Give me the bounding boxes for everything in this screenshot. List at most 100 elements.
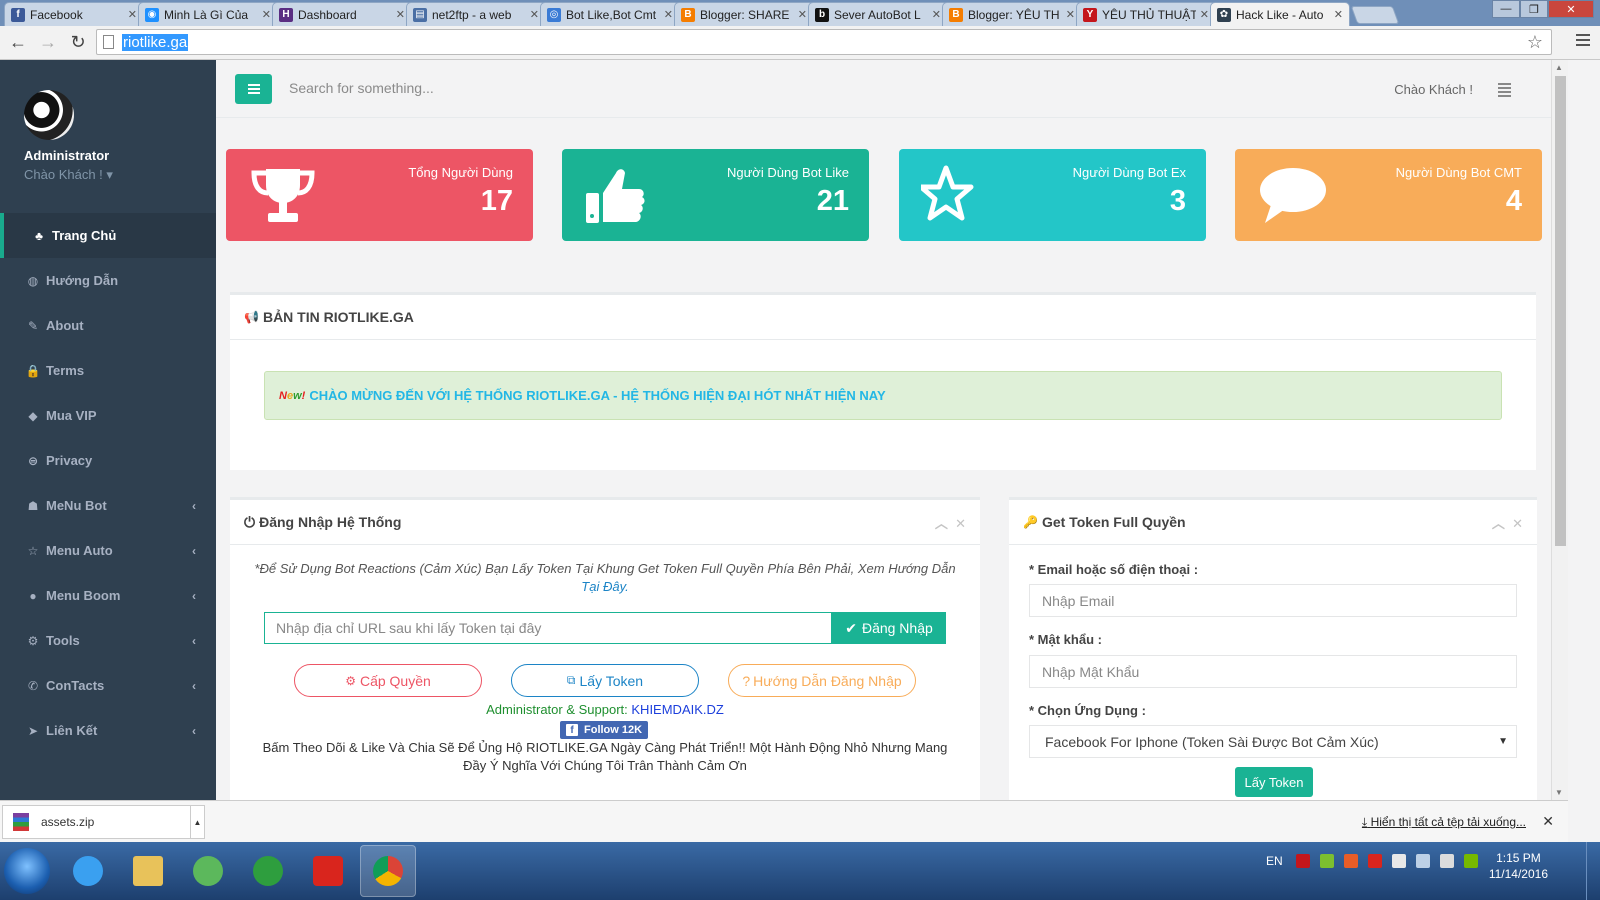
money-taskbar-icon[interactable] <box>240 845 296 897</box>
sidebar-item[interactable]: ☗ MeNu Bot ‹ <box>0 483 216 528</box>
scroll-up-icon[interactable]: ▲ <box>1555 63 1563 72</box>
explorer-taskbar-icon[interactable] <box>120 845 176 897</box>
gcafe-tray-icon[interactable] <box>1368 854 1382 868</box>
collapse-icon[interactable]: ︿ <box>1492 516 1505 531</box>
app-select[interactable]: Facebook For Iphone (Token Sài Được Bot … <box>1029 725 1517 758</box>
news-panel-title: 📢 BẢN TIN RIOTLIKE.GA <box>230 295 1536 340</box>
address-bar[interactable]: riotlike.ga ☆ <box>96 29 1552 55</box>
profile-dropdown[interactable]: Chào Khách ! ▾ <box>24 167 216 183</box>
browser-tab[interactable]: ✿ Hack Like - Auto ✕ <box>1210 2 1350 26</box>
system-clock[interactable]: 1:15 PM 11/14/2016 <box>1489 850 1548 882</box>
browser-tab[interactable]: ◉ Minh Là Gì Của ✕ <box>138 2 278 26</box>
restore-icon[interactable]: ❐ <box>1520 0 1548 18</box>
browser-tab[interactable]: ▤ net2ftp - a web ✕ <box>406 2 546 26</box>
speaker-tray-icon[interactable] <box>1344 854 1358 868</box>
sidebar-item[interactable]: ⚙ Tools ‹ <box>0 618 216 663</box>
page-scrollbar[interactable]: ▲ ▼ <box>1551 60 1568 800</box>
get-token-button[interactable]: Lấy Token <box>1235 767 1313 797</box>
sidebar-item[interactable]: ☆ Menu Auto ‹ <box>0 528 216 573</box>
grant-permission-button[interactable]: ⚙ Cấp Quyền <box>294 664 482 697</box>
browser-tab[interactable]: ◎ Bot Like,Bot Cmt ✕ <box>540 2 680 26</box>
chevron-left-icon: ‹ <box>192 723 196 738</box>
show-desktop-button[interactable] <box>1586 842 1600 900</box>
tab-close-icon[interactable]: ✕ <box>530 8 539 21</box>
coccoc-taskbar-icon[interactable] <box>180 845 236 897</box>
ie-taskbar-icon[interactable] <box>60 845 116 897</box>
browser-tab[interactable]: b Sever AutoBot L ✕ <box>808 2 948 26</box>
chevron-left-icon: ‹ <box>192 498 196 513</box>
sidebar-item[interactable]: 🔒 Terms <box>0 348 216 393</box>
sidebar-item[interactable]: ✎ About <box>0 303 216 348</box>
minimize-icon[interactable]: — <box>1492 0 1520 18</box>
reload-icon[interactable]: ↻ <box>66 31 90 55</box>
sidebar-item[interactable]: ➤ Liên Kết ‹ <box>0 708 216 753</box>
guide-link[interactable]: Tại Đây. <box>581 579 628 594</box>
sidebar-item-icon: ☆ <box>27 543 39 558</box>
search-input[interactable]: Search for something... <box>289 80 434 96</box>
menu-toggle-button[interactable] <box>235 74 272 104</box>
admin-link[interactable]: KHIEMDAIK.DZ <box>631 702 723 717</box>
vivaldi-tray-icon[interactable] <box>1296 854 1310 868</box>
tab-close-icon[interactable]: ✕ <box>1334 8 1343 21</box>
new-tab-button[interactable] <box>1350 6 1400 24</box>
browser-tab[interactable]: Y YÊU THỦ THUẬT ✕ <box>1076 2 1216 26</box>
sidebar-item[interactable]: ✆ ConTacts ‹ <box>0 663 216 708</box>
chevron-left-icon: ‹ <box>192 678 196 693</box>
sidebar-item[interactable]: ⊜ Privacy <box>0 438 216 483</box>
show-all-downloads-link[interactable]: ⤓ Hiển thị tất cả tệp tải xuống... <box>1362 815 1526 830</box>
avatar[interactable] <box>24 90 74 140</box>
nvidia-tray-icon[interactable] <box>1464 854 1478 868</box>
browser-tab[interactable]: B Blogger: SHARE ✕ <box>674 2 814 26</box>
tab-close-icon[interactable]: ✕ <box>396 8 405 21</box>
tab-close-icon[interactable]: ✕ <box>128 8 137 21</box>
chrome-taskbar-icon[interactable] <box>360 845 416 897</box>
browser-tab[interactable]: H Dashboard ✕ <box>272 2 412 26</box>
download-item[interactable]: assets.zip ▲ <box>2 805 205 839</box>
sidebar-item[interactable]: ◆ Mua VIP <box>0 393 216 438</box>
tab-close-icon[interactable]: ✕ <box>932 8 941 21</box>
admin-support-line: Administrator & Support: KHIEMDAIK.DZ <box>230 702 980 717</box>
tab-close-icon[interactable]: ✕ <box>664 8 673 21</box>
list-icon[interactable] <box>1498 83 1511 99</box>
back-arrow-icon[interactable]: ← <box>6 31 30 55</box>
close-icon[interactable]: ✕ <box>955 516 966 531</box>
sidebar-item-label: Terms <box>46 363 85 378</box>
sidebar-item[interactable]: ◍ Hướng Dẫn <box>0 258 216 303</box>
browser-menu-icon[interactable] <box>1576 34 1590 49</box>
token-url-input[interactable]: Nhập địa chỉ URL sau khi lấy Token tại đ… <box>264 612 832 644</box>
start-button[interactable] <box>4 848 50 894</box>
browser-tab[interactable]: f Facebook ✕ <box>4 2 144 26</box>
sidebar-item-label: Tools <box>46 633 80 648</box>
url-text[interactable]: riotlike.ga <box>122 33 189 51</box>
login-button[interactable]: ✔ Đăng Nhập <box>832 612 946 644</box>
tab-close-icon[interactable]: ✕ <box>798 8 807 21</box>
collapse-icon[interactable]: ︿ <box>935 516 948 531</box>
stat-value: 4 <box>1505 185 1522 217</box>
unikey-tray-icon[interactable] <box>1320 854 1334 868</box>
get-token-link-button[interactable]: ⧉ Lấy Token <box>511 664 699 697</box>
download-menu-caret-icon[interactable]: ▲ <box>190 806 204 838</box>
facebook-follow-button[interactable]: f Follow 12K <box>560 721 649 739</box>
password-field[interactable]: Nhập Mật Khẩu <box>1029 655 1517 688</box>
close-window-icon[interactable]: ✕ <box>1548 0 1594 18</box>
close-shelf-icon[interactable]: ✕ <box>1542 813 1554 830</box>
tab-close-icon[interactable]: ✕ <box>262 8 271 21</box>
bookmark-star-icon[interactable]: ☆ <box>1527 32 1543 53</box>
close-icon[interactable]: ✕ <box>1512 516 1523 531</box>
browser-tab[interactable]: B Blogger: YÊU TH ✕ <box>942 2 1082 26</box>
tab-close-icon[interactable]: ✕ <box>1200 8 1209 21</box>
flag-tray-icon[interactable] <box>1392 854 1406 868</box>
network-tray-icon[interactable] <box>1416 854 1430 868</box>
tab-close-icon[interactable]: ✕ <box>1066 8 1075 21</box>
scrollbar-thumb[interactable] <box>1555 76 1566 546</box>
gcafe-taskbar-icon[interactable] <box>300 845 356 897</box>
sidebar-item[interactable]: ● Menu Boom ‹ <box>0 573 216 618</box>
email-field[interactable]: Nhập Email <box>1029 584 1517 617</box>
volume-tray-icon[interactable] <box>1440 854 1454 868</box>
language-indicator[interactable]: EN <box>1266 854 1283 868</box>
sidebar-item-icon: ✎ <box>27 318 39 333</box>
forward-arrow-icon[interactable]: → <box>36 31 60 55</box>
scroll-down-icon[interactable]: ▼ <box>1555 788 1563 797</box>
sidebar-item[interactable]: ♣ Trang Chủ <box>0 213 216 258</box>
login-guide-button[interactable]: ? Hướng Dẫn Đăng Nhập <box>728 664 916 697</box>
